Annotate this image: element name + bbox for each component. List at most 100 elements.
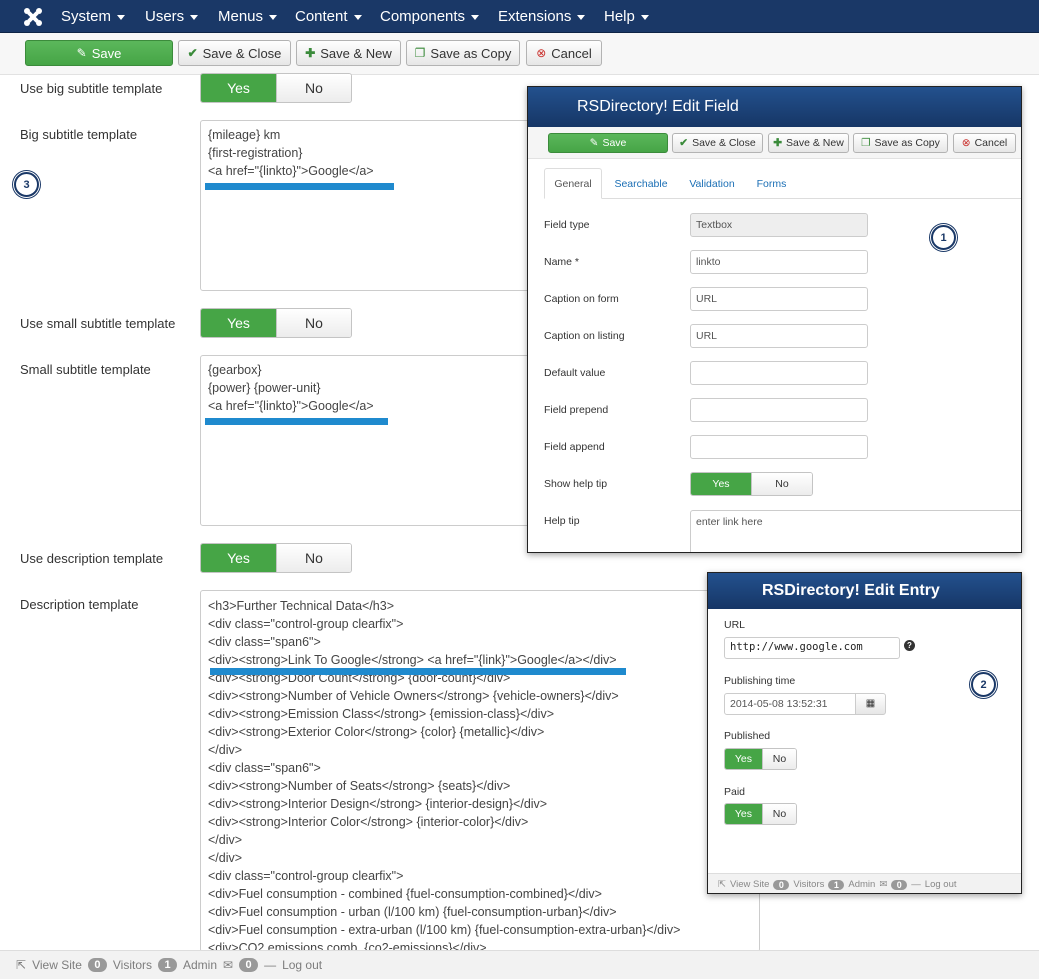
chevron-down-icon: [190, 14, 199, 20]
paid-toggle[interactable]: Yes No: [724, 803, 797, 825]
small-subtitle-textarea[interactable]: {gearbox} {power} {power-unit} <a href="…: [200, 355, 540, 526]
big-subtitle-label: Big subtitle template: [20, 127, 138, 142]
cancel-button[interactable]: ⊗ Cancel: [953, 133, 1016, 153]
admin-label: Admin: [183, 958, 218, 972]
cancel-icon: ⊗: [536, 46, 547, 60]
callout-2-badge: 2: [971, 672, 996, 697]
save-new-button[interactable]: ✚ Save & New: [768, 133, 849, 153]
help-tip-textarea[interactable]: enter link here: [690, 510, 1021, 552]
published-label: Published: [724, 730, 771, 742]
tab-validation[interactable]: Validation: [682, 168, 742, 199]
window-title: RSDirectory! Edit Field: [528, 87, 1021, 127]
no-option[interactable]: No: [276, 74, 351, 102]
tab-bar: General Searchable Validation Forms: [544, 168, 1021, 199]
view-site-link[interactable]: View Site: [730, 879, 769, 890]
description-textarea[interactable]: <h3>Further Technical Data</h3> <div cla…: [200, 590, 760, 952]
no-option[interactable]: No: [761, 804, 796, 824]
menu-menus[interactable]: Menus: [218, 0, 278, 33]
publishing-time-input[interactable]: 2014-05-08 13:52:31: [724, 693, 856, 715]
copy-icon: ❐: [414, 46, 426, 60]
save-button[interactable]: ✎ Save: [548, 133, 668, 153]
yes-option[interactable]: Yes: [725, 804, 762, 824]
minus-icon: —: [911, 879, 921, 890]
show-help-toggle[interactable]: Yes No: [690, 472, 813, 496]
yes-option[interactable]: Yes: [201, 544, 276, 572]
paid-label: Paid: [724, 786, 746, 798]
field-prepend-input[interactable]: [690, 398, 868, 422]
no-option[interactable]: No: [761, 749, 796, 769]
admin-count-badge: 1: [828, 879, 845, 890]
callout-3-badge: 3: [14, 172, 39, 197]
small-subtitle-label: Small subtitle template: [20, 362, 151, 377]
highlight-bar: [205, 183, 394, 190]
cancel-icon: ⊗: [961, 137, 971, 149]
save-copy-button[interactable]: ❐ Save as Copy: [853, 133, 948, 153]
field-prepend-label: Field prepend: [544, 404, 609, 416]
top-navbar: System Users Menus Content Components Ex…: [0, 0, 1039, 33]
envelope-icon: ✉: [223, 958, 234, 972]
window-toolbar: ✎ Save ✔ Save & Close ✚ Save & New ❐ Save as…: [528, 127, 1021, 159]
external-link-icon: ⇱: [718, 879, 726, 890]
messages-count-badge: 0: [239, 958, 259, 972]
yes-option[interactable]: Yes: [691, 473, 751, 495]
highlight-bar: [210, 668, 626, 675]
caption-form-label: Caption on form: [544, 293, 619, 305]
name-input[interactable]: linkto: [690, 250, 868, 274]
chevron-down-icon: [269, 14, 278, 20]
tab-forms[interactable]: Forms: [749, 168, 794, 199]
use-small-subtitle-toggle[interactable]: Yes No: [200, 308, 352, 338]
tab-general[interactable]: General: [544, 168, 602, 199]
save-new-button[interactable]: ✚ Save & New: [296, 40, 401, 66]
help-tip-label: Help tip: [544, 515, 580, 527]
chevron-down-icon: [117, 14, 126, 20]
published-toggle[interactable]: Yes No: [724, 748, 797, 770]
yes-option[interactable]: Yes: [201, 74, 276, 102]
save-close-button[interactable]: ✔ Save & Close: [178, 40, 291, 66]
yes-option[interactable]: Yes: [201, 309, 276, 337]
use-description-toggle[interactable]: Yes No: [200, 543, 352, 573]
caption-listing-label: Caption on listing: [544, 330, 625, 342]
copy-icon: ❐: [861, 137, 871, 149]
no-option[interactable]: No: [276, 309, 351, 337]
tab-searchable[interactable]: Searchable: [606, 168, 676, 199]
menu-extensions[interactable]: Extensions: [498, 0, 586, 33]
check-icon: ✔: [679, 137, 689, 149]
window-title: RSDirectory! Edit Entry: [708, 573, 1021, 609]
field-append-input[interactable]: [690, 435, 868, 459]
default-value-label: Default value: [544, 367, 606, 379]
no-option[interactable]: No: [276, 544, 351, 572]
logout-link[interactable]: Log out: [925, 879, 957, 890]
name-label: Name *: [544, 256, 580, 268]
view-site-link[interactable]: View Site: [32, 958, 82, 972]
save-copy-button[interactable]: ❐ Save as Copy: [406, 40, 520, 66]
cancel-button[interactable]: ⊗ Cancel: [526, 40, 602, 66]
save-button[interactable]: ✎ Save: [25, 40, 173, 66]
url-input[interactable]: http://www.google.com: [724, 637, 900, 659]
joomla-logo-icon[interactable]: [22, 6, 44, 28]
use-big-subtitle-toggle[interactable]: Yes No: [200, 73, 352, 103]
calendar-icon[interactable]: ▦: [855, 693, 886, 715]
help-icon[interactable]: ?: [904, 640, 915, 651]
visitors-count-badge: 0: [773, 879, 790, 890]
window-footer: ⇱ View Site 0 Visitors 1 Admin ✉ 0 — Log…: [708, 873, 1021, 893]
field-append-label: Field append: [544, 441, 605, 453]
menu-system[interactable]: System: [61, 0, 126, 33]
use-small-subtitle-label: Use small subtitle template: [20, 316, 176, 331]
save-close-button[interactable]: ✔ Save & Close: [672, 133, 763, 153]
menu-help[interactable]: Help: [604, 0, 649, 33]
menu-users[interactable]: Users: [145, 0, 199, 33]
chevron-down-icon: [353, 14, 362, 20]
big-subtitle-textarea[interactable]: {mileage} km {first-registration} <a hre…: [200, 120, 540, 291]
visitors-label: Visitors: [112, 958, 152, 972]
no-option[interactable]: No: [751, 473, 812, 495]
plus-icon: ✚: [773, 137, 783, 149]
caption-form-input[interactable]: URL: [690, 287, 868, 311]
yes-option[interactable]: Yes: [725, 749, 762, 769]
logout-link[interactable]: Log out: [282, 958, 322, 972]
caption-listing-input[interactable]: URL: [690, 324, 868, 348]
edit-field-window: RSDirectory! Edit Field ✎ Save ✔ Save & Cl…: [527, 86, 1022, 553]
default-value-input[interactable]: [690, 361, 868, 385]
url-label: URL: [724, 619, 746, 631]
menu-components[interactable]: Components: [380, 0, 480, 33]
menu-content[interactable]: Content: [295, 0, 362, 33]
